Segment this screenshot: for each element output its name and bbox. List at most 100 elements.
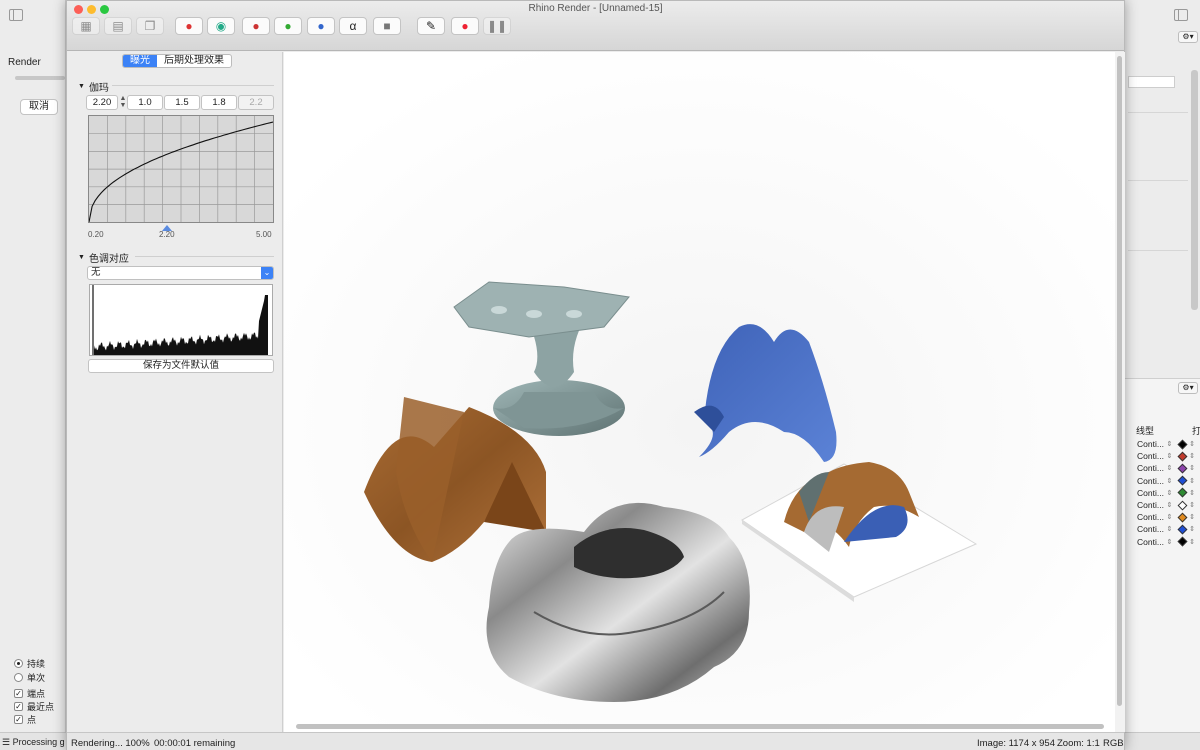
osnap-option-4[interactable]: ✓ 点 [14,713,36,726]
layer-color-swatch[interactable] [1177,536,1188,547]
image-size-text: Image: 1174 x 954 [977,738,1055,749]
gamma-section-header[interactable]: ▼ 伽玛 [78,79,109,94]
layers-gear-icon[interactable]: ⚙▾ [1178,382,1198,394]
radio-box[interactable] [14,673,23,682]
linetype-column-header[interactable]: 线型 [1136,424,1154,437]
osnap-label: 持续 [27,659,46,669]
tab-post-effects[interactable]: 后期处理效果 [157,55,231,67]
layer-row[interactable]: Conti... ⇕ ⇕ [1137,463,1199,473]
tone-mapping-section-header[interactable]: ▼ 色调对应 [78,250,129,265]
layer-linetype[interactable]: Conti... [1137,512,1166,522]
stepper-icon[interactable]: ⇕ [1189,440,1199,448]
layer-color-swatch[interactable] [1177,500,1188,510]
print-column-header[interactable]: 打 [1192,424,1200,437]
check-box[interactable]: ✓ [14,689,23,698]
rgb-active-icon[interactable]: ◉ [207,17,235,35]
render-window: Rhino Render - [Unnamed-15] ▦ ▤ ❐ ● ◉ ● ● ● α ■ ✎ ●… [66,0,1125,750]
stepper-icon[interactable]: ⇕ [1166,464,1176,472]
layer-color-swatch[interactable] [1177,439,1188,449]
osnap-option-3[interactable]: ✓ 最近点 [14,700,54,713]
stepper-icon[interactable]: ⇕ [1189,525,1199,533]
stepper-icon[interactable]: ⇕ [1166,525,1176,533]
tone-mapping-select[interactable]: 无 ⌄ [87,266,274,280]
viewport-horizontal-scrollbar[interactable] [284,720,1115,732]
layer-row[interactable]: Conti... ⇕ ⇕ [1137,500,1199,510]
stepper-icon[interactable]: ⇕ [1166,501,1176,509]
gamma-preset-1-8[interactable]: 1.8 [201,95,237,110]
layer-row[interactable]: Conti... ⇕ ⇕ [1137,488,1199,498]
gamma-curve-graph[interactable] [88,115,274,223]
check-box[interactable]: ✓ [14,715,23,724]
stepper-icon[interactable]: ⇕ [1166,538,1176,546]
layer-color-swatch[interactable] [1177,475,1188,486]
layer-row[interactable]: Conti... ⇕ ⇕ [1137,476,1199,486]
stepper-icon[interactable]: ⇕ [1166,513,1176,521]
gear-icon[interactable]: ⚙▾ [1178,31,1198,43]
gamma-preset-1-5[interactable]: 1.5 [164,95,200,110]
layer-color-swatch[interactable] [1177,512,1188,523]
layer-linetype[interactable]: Conti... [1137,537,1166,547]
histogram [89,284,273,356]
stepper-icon[interactable]: ⇕ [1189,464,1199,472]
layer-color-swatch[interactable] [1177,451,1188,462]
sidebar-toggle-icon[interactable] [9,9,23,21]
layer-linetype[interactable]: Conti... [1137,500,1166,510]
stepper-icon[interactable]: ⇕ [1166,489,1176,497]
layer-row[interactable]: Conti... ⇕ ⇕ [1137,451,1199,461]
stepper-icon[interactable]: ⇕ [1189,477,1199,485]
stepper-icon[interactable]: ⇕ [1166,477,1176,485]
horizontal-scroll-thumb[interactable] [296,724,1104,729]
gamma-value-field[interactable]: 2.20 [86,95,118,110]
stepper-icon[interactable]: ⇕ [1189,452,1199,460]
check-box[interactable]: ✓ [14,702,23,711]
layer-color-swatch[interactable] [1177,463,1188,474]
osnap-option-0[interactable]: 持续 [14,657,45,670]
layer-linetype[interactable]: Conti... [1137,524,1166,534]
osnap-option-1[interactable]: 单次 [14,671,45,684]
gamma-stepper[interactable]: ▲ ▼ [119,95,127,110]
right-sidebar-toggle-icon[interactable] [1174,9,1188,21]
rgb-channels-icon[interactable]: ● [175,17,203,35]
layer-linetype[interactable]: Conti... [1137,451,1166,461]
stop-render-icon[interactable]: ● [451,17,479,35]
save-icon: ▦ [72,17,100,35]
color-mode-text: RGB [1103,738,1124,749]
histogram-svg [92,285,268,355]
viewport-vertical-scrollbar[interactable] [1115,52,1125,732]
cube-icon[interactable]: ■ [373,17,401,35]
chevron-down-icon: ⌄ [261,267,273,279]
pause-icon: ❚❚ [483,17,511,35]
right-panel-scrollbar[interactable] [1191,70,1198,310]
tab-exposure[interactable]: 曝光 [123,55,157,67]
stepper-icon[interactable]: ⇕ [1189,501,1199,509]
layer-linetype[interactable]: Conti... [1137,476,1166,486]
alpha-channel-icon[interactable]: α [339,17,367,35]
cancel-button[interactable]: 取消 [20,99,58,115]
osnap-option-2[interactable]: ✓ 端点 [14,687,45,700]
vertical-scroll-thumb[interactable] [1117,56,1122,706]
layer-linetype[interactable]: Conti... [1137,439,1166,449]
stepper-icon[interactable]: ⇕ [1166,452,1176,460]
layer-row[interactable]: Conti... ⇕ ⇕ [1137,537,1199,547]
layer-row[interactable]: Conti... ⇕ ⇕ [1137,439,1199,449]
blue-channel-icon[interactable]: ● [307,17,335,35]
layer-row[interactable]: Conti... ⇕ ⇕ [1137,512,1199,522]
stepper-icon[interactable]: ⇕ [1166,440,1176,448]
save-as-default-button[interactable]: 保存为文件默认值 [88,359,274,373]
stepper-icon[interactable]: ⇕ [1189,513,1199,521]
red-channel-icon[interactable]: ● [242,17,270,35]
zoom-text: Zoom: 1:1 [1057,738,1100,749]
stepper-icon[interactable]: ⇕ [1189,538,1199,546]
layer-linetype[interactable]: Conti... [1137,488,1166,498]
layer-linetype[interactable]: Conti... [1137,463,1166,473]
gamma-preset-1-0[interactable]: 1.0 [127,95,163,110]
properties-field[interactable] [1128,76,1175,88]
layer-color-swatch[interactable] [1177,524,1188,535]
layer-row[interactable]: Conti... ⇕ ⇕ [1137,524,1199,534]
radio-box[interactable] [14,659,23,668]
render-viewport[interactable] [284,52,1115,732]
green-channel-icon[interactable]: ● [274,17,302,35]
stepper-icon[interactable]: ⇕ [1189,489,1199,497]
layer-color-swatch[interactable] [1177,487,1188,498]
wand-icon[interactable]: ✎ [417,17,445,35]
